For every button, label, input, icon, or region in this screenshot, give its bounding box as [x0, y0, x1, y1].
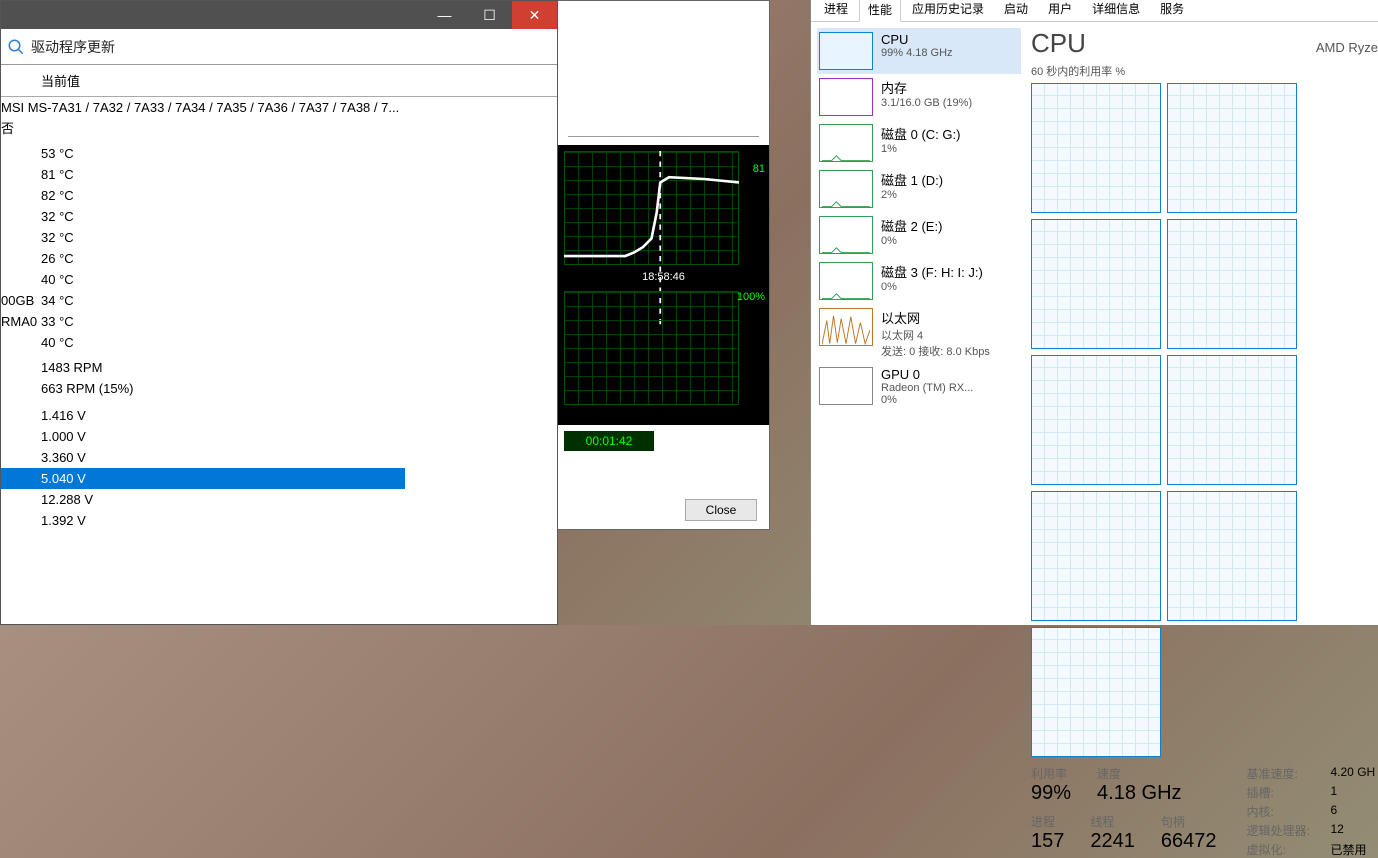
titlebar: — ☐ ✕ — [1, 1, 557, 29]
sensor-row[interactable]: 32 °C — [1, 206, 557, 227]
core-chart — [1031, 627, 1161, 757]
sidebar-item[interactable]: 磁盘 3 (F: H: I: J:)0% — [817, 258, 1021, 304]
sensor-row[interactable]: 12.288 V — [1, 489, 557, 510]
core-chart — [1167, 83, 1297, 213]
task-manager: 进程性能应用历史记录启动用户详细信息服务 CPU99% 4.18 GHz内存3.… — [810, 0, 1378, 625]
sensor-row[interactable]: 32 °C — [1, 227, 557, 248]
sensor-row[interactable]: 否 — [1, 118, 557, 139]
chart-2: 100% — [558, 285, 769, 425]
sensor-row[interactable]: 1.000 V — [1, 426, 557, 447]
sensor-row[interactable]: 40 °C — [1, 269, 557, 290]
cpu-subtitle: 60 秒内的利用率 % — [1031, 63, 1378, 79]
mid-blank — [568, 7, 759, 137]
core-chart — [1167, 219, 1297, 349]
chart2-value: 100% — [737, 291, 765, 303]
sensor-row[interactable]: 40 °C — [1, 332, 557, 353]
sidebar-item[interactable]: 以太网以太网 4发送: 0 接收: 8.0 Kbps — [817, 304, 1021, 363]
cpu-panel: CPU AMD Ryze 60 秒内的利用率 % 利用率99% 速度4.18 G… — [1021, 22, 1378, 625]
tm-sidebar: CPU99% 4.18 GHz内存3.1/16.0 GB (19%)磁盘 0 (… — [811, 22, 1021, 625]
search-icon — [7, 38, 25, 56]
bench-window: 81 18:58:46 100% 00:01:42 Close — [558, 0, 770, 530]
column-header: 当前值 — [1, 65, 557, 97]
tab-启动[interactable]: 启动 — [995, 0, 1037, 21]
chart-area: 81 18:58:46 100% — [558, 145, 769, 425]
tm-tabs: 进程性能应用历史记录启动用户详细信息服务 — [811, 0, 1378, 22]
chart-1: 81 18:58:46 — [558, 145, 769, 285]
core-grid — [1031, 83, 1378, 757]
cpu-model: AMD Ryze — [1316, 40, 1378, 55]
sensor-row[interactable]: 5.040 V — [1, 468, 405, 489]
chart1-time: 18:58:46 — [642, 271, 685, 283]
core-chart — [1031, 491, 1161, 621]
sensor-row[interactable]: 1483 RPM — [1, 357, 557, 378]
core-chart — [1031, 83, 1161, 213]
core-chart — [1167, 491, 1297, 621]
sensor-row[interactable]: 81 °C — [1, 164, 557, 185]
sidebar-item[interactable]: 磁盘 2 (E:)0% — [817, 212, 1021, 258]
tab-详细信息[interactable]: 详细信息 — [1083, 0, 1149, 21]
sidebar-item[interactable]: 磁盘 1 (D:)2% — [817, 166, 1021, 212]
search-row[interactable]: 驱动程序更新 — [1, 29, 557, 65]
sensor-row[interactable]: 1.392 V — [1, 510, 557, 531]
sensor-row[interactable]: MSI MS-7A31 / 7A32 / 7A33 / 7A34 / 7A35 … — [1, 97, 557, 118]
tab-性能[interactable]: 性能 — [859, 0, 901, 22]
maximize-button[interactable]: ☐ — [467, 1, 512, 29]
sidebar-item[interactable]: 内存3.1/16.0 GB (19%) — [817, 74, 1021, 120]
sidebar-item[interactable]: CPU99% 4.18 GHz — [817, 28, 1021, 74]
sensor-row[interactable]: 1.416 V — [1, 405, 557, 426]
search-label: 驱动程序更新 — [31, 37, 115, 57]
sensor-row[interactable]: 82 °C — [1, 185, 557, 206]
timer: 00:01:42 — [564, 431, 654, 451]
tab-服务[interactable]: 服务 — [1151, 0, 1193, 21]
close-button[interactable]: ✕ — [512, 1, 557, 29]
chart1-value: 81 — [753, 163, 765, 175]
sensor-row[interactable]: 53 °C — [1, 143, 557, 164]
core-chart — [1031, 219, 1161, 349]
sensor-row[interactable]: 00GB34 °C — [1, 290, 557, 311]
sensor-list[interactable]: MSI MS-7A31 / 7A32 / 7A33 / 7A34 / 7A35 … — [1, 97, 557, 531]
tab-应用历史记录[interactable]: 应用历史记录 — [903, 0, 993, 21]
close-dialog-button[interactable]: Close — [685, 499, 757, 521]
tab-进程[interactable]: 进程 — [815, 0, 857, 21]
sidebar-item[interactable]: GPU 0Radeon (TM) RX...0% — [817, 363, 1021, 410]
minimize-button[interactable]: — — [422, 1, 467, 29]
cpu-title: CPU — [1031, 28, 1086, 59]
hwmonitor-window: — ☐ ✕ 驱动程序更新 当前值 MSI MS-7A31 / 7A32 / 7A… — [0, 0, 558, 625]
sensor-row[interactable]: 26 °C — [1, 248, 557, 269]
sensor-row[interactable]: 3.360 V — [1, 447, 557, 468]
cpu-right-stats: 基准速度:4.20 GH 插槽:1 内核:6 逻辑处理器:12 虚拟化:已禁用 — [1247, 765, 1376, 858]
sensor-row[interactable]: RMA033 °C — [1, 311, 557, 332]
core-chart — [1031, 355, 1161, 485]
core-chart — [1167, 355, 1297, 485]
tab-用户[interactable]: 用户 — [1039, 0, 1081, 21]
sensor-row[interactable]: 663 RPM (15%) — [1, 378, 557, 399]
sidebar-item[interactable]: 磁盘 0 (C: G:)1% — [817, 120, 1021, 166]
